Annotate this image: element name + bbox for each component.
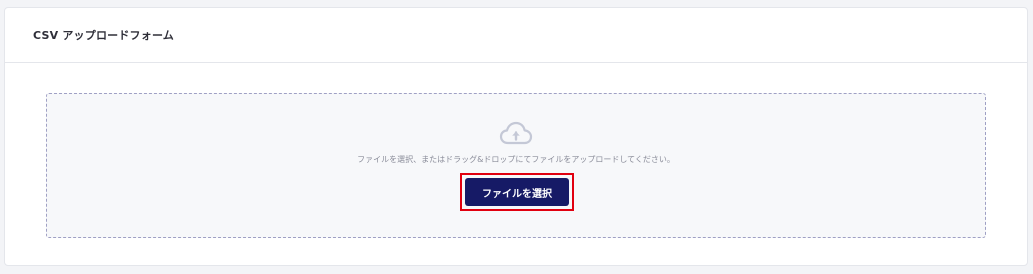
card-header: CSV アップロードフォーム (5, 8, 1027, 63)
dropzone-instruction: ファイルを選択、またはドラッグ&ドロップにてファイルをアップロードしてください。 (357, 155, 675, 164)
card-title: CSV アップロードフォーム (33, 29, 175, 42)
file-dropzone[interactable]: ファイルを選択、またはドラッグ&ドロップにてファイルをアップロードしてください。… (46, 93, 986, 238)
cloud-upload-icon (499, 121, 533, 145)
csv-upload-card: CSV アップロードフォーム ファイルを選択、またはドラッグ&ドロップにてファイ… (4, 7, 1028, 266)
select-button-highlight: ファイルを選択 (460, 173, 574, 211)
select-file-button[interactable]: ファイルを選択 (465, 178, 569, 206)
